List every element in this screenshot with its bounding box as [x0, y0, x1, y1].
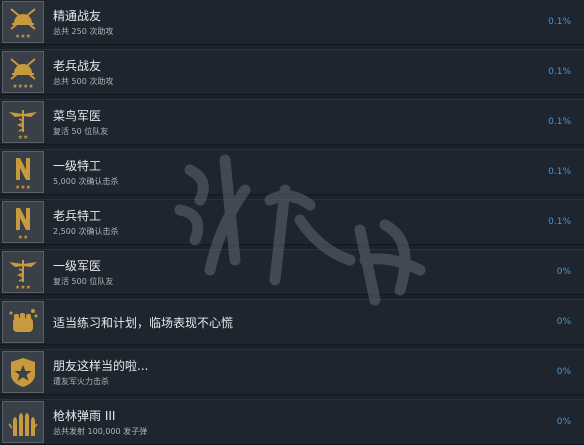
achievement-title: 老兵特工 [53, 209, 102, 223]
achievement-row[interactable]: ★★★ 精通战友 总共 250 次助攻 0.1% [0, 0, 584, 45]
achievement-title: 一级军医 [53, 259, 102, 273]
achievement-description: 总共发射 100,000 发子弹 [53, 427, 148, 436]
achievement-percent: 0% [556, 267, 571, 277]
operative-n-insignia-icon: ★★★ [2, 151, 44, 193]
achievement-percent: 0% [556, 317, 571, 327]
svg-text:★★★★: ★★★★ [12, 83, 34, 90]
svg-text:★★★: ★★★ [15, 284, 31, 291]
achievement-row[interactable]: 枪林弹雨 III 总共发射 100,000 发子弹 0% [0, 399, 584, 445]
achievement-percent: 0.1% [548, 17, 571, 27]
achievement-description: 复活 500 位队友 [53, 277, 114, 286]
svg-text:★★: ★★ [18, 134, 29, 141]
achievement-row[interactable]: 适当练习和计划，临场表现不心慌 0% [0, 299, 584, 345]
achievement-title: 枪林弹雨 III [53, 409, 116, 423]
achievement-description: 2,500 次确认击杀 [53, 227, 119, 236]
achievement-title: 适当练习和计划，临场表现不心慌 [53, 316, 234, 330]
achievement-percent: 0.1% [548, 117, 571, 127]
achievement-description: 总共 500 次助攻 [53, 77, 114, 86]
achievement-percent: 0% [556, 367, 571, 377]
operative-n-insignia-icon: ★★ [2, 201, 44, 243]
achievement-row[interactable]: ★★ 老兵特工 2,500 次确认击杀 0.1% [0, 199, 584, 245]
achievement-percent: 0.1% [548, 67, 571, 77]
achievement-row[interactable]: ★★★ 一级军医 复活 500 位队友 0% [0, 249, 584, 295]
achievement-percent: 0.1% [548, 167, 571, 177]
achievement-row[interactable]: ★★★★ 老兵战友 总共 500 次助攻 0.1% [0, 49, 584, 95]
achievement-row[interactable]: 朋友这样当的啦... 遭友军火力击杀 0% [0, 349, 584, 395]
achievement-description: 5,000 次确认击杀 [53, 177, 119, 186]
achievement-title: 朋友这样当的啦... [53, 359, 149, 373]
medic-caduceus-icon: ★★ [2, 101, 44, 143]
helmet-crossed-swords-icon: ★★★★ [2, 51, 44, 93]
svg-text:★★★: ★★★ [15, 33, 31, 40]
achievement-row[interactable]: ★★★ 一级特工 5,000 次确认击杀 0.1% [0, 149, 584, 195]
achievement-description: 遭友军火力击杀 [53, 377, 109, 386]
star-shield-icon [2, 351, 44, 393]
helmet-crossed-swords-icon: ★★★ [2, 1, 44, 43]
achievement-description: 总共 250 次助攻 [53, 27, 114, 36]
achievement-percent: 0% [556, 417, 571, 427]
medic-caduceus-icon: ★★★ [2, 251, 44, 293]
achievement-title: 精通战友 [53, 9, 102, 23]
achievement-title: 老兵战友 [53, 59, 102, 73]
achievement-title: 一级特工 [53, 159, 102, 173]
svg-text:★★★: ★★★ [15, 184, 31, 191]
achievement-description: 复活 50 位队友 [53, 127, 109, 136]
fist-icon [2, 301, 44, 343]
achievement-row[interactable]: ★★ 菜鸟军医 复活 50 位队友 0.1% [0, 99, 584, 145]
svg-text:★★: ★★ [18, 234, 29, 241]
bullets-icon [2, 401, 44, 443]
achievement-percent: 0.1% [548, 217, 571, 227]
achievement-title: 菜鸟军医 [53, 109, 102, 123]
